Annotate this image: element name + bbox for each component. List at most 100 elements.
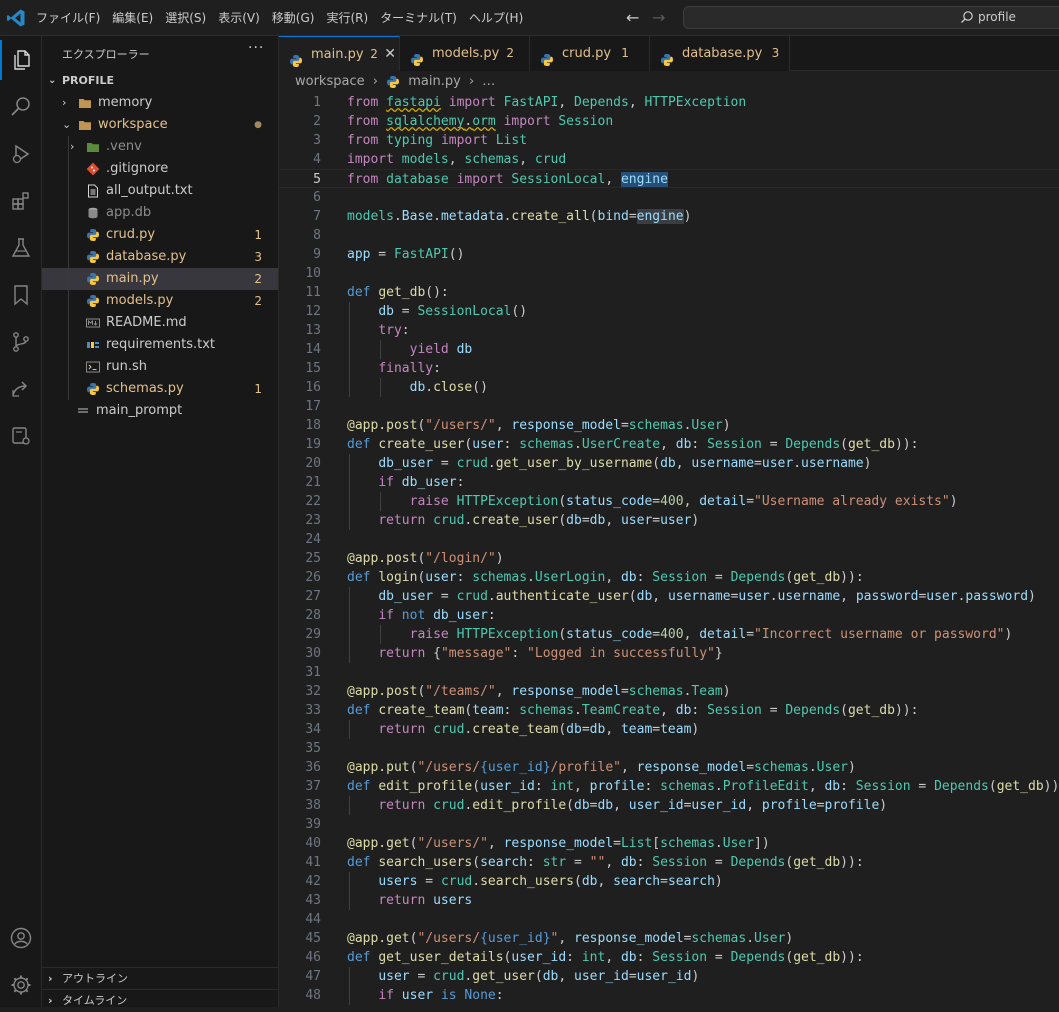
code-token: , <box>660 437 676 452</box>
code-text: raise HTTPException(status_code=400, det… <box>347 492 958 511</box>
breadcrumb-symbols[interactable]: … <box>482 71 495 93</box>
code-token: )) <box>840 950 856 965</box>
menu-item[interactable]: 選択(S) <box>159 0 212 36</box>
menu-item[interactable]: 実行(R) <box>320 0 374 36</box>
code-text: from database import SessionLocal, engin… <box>347 170 668 189</box>
menu-item[interactable]: 編集(E) <box>106 0 159 36</box>
files-icon <box>14 50 30 70</box>
tree-item-requirements-txt[interactable]: requirements.txt <box>42 334 278 356</box>
git-icon <box>86 162 100 176</box>
bookmarks-activity[interactable] <box>0 275 42 315</box>
tree-item-main-py[interactable]: main.py 2 <box>42 268 278 290</box>
timeline-section-header[interactable]: › タイムライン <box>42 989 279 1012</box>
code-token: () <box>472 380 488 395</box>
tab-database-py[interactable]: database.py 3 <box>650 36 790 71</box>
tab-main-py[interactable]: main.py 2 ✕ <box>279 36 400 71</box>
code-token: . <box>393 209 402 224</box>
code-line: 24 <box>279 530 1059 549</box>
code-token: response_model <box>574 931 684 946</box>
line-number: 22 <box>305 494 321 509</box>
testing-activity[interactable] <box>0 228 42 268</box>
tree-item-readme-md[interactable]: README.md <box>42 312 278 334</box>
forward-arrow-icon[interactable]: → <box>652 8 665 27</box>
code-token: , <box>746 798 762 813</box>
code-token: . <box>487 456 496 471</box>
code-token: () <box>511 304 528 319</box>
command-center-search[interactable]: profile <box>683 6 1059 29</box>
line-number: 16 <box>305 380 321 395</box>
tree-item-schemas-py[interactable]: schemas.py 1 <box>42 378 278 400</box>
tree-item-crud-py[interactable]: crud.py 1 <box>42 224 278 246</box>
accounts-activity[interactable] <box>0 918 42 958</box>
tree-item-models-py[interactable]: models.py 2 <box>42 290 278 312</box>
code-editor[interactable]: 1 from fastapi import FastAPI, Depends, H… <box>279 93 1059 1007</box>
run-debug-activity[interactable] <box>0 134 42 174</box>
code-text: if db_user: <box>347 473 464 492</box>
tree-item-memory[interactable]: › memory <box>42 92 278 114</box>
code-token: . <box>487 589 496 604</box>
code-token: "/users/ <box>417 760 481 775</box>
code-token: Session <box>707 437 762 452</box>
manage-activity[interactable] <box>0 965 42 1005</box>
tree-item-workspace[interactable]: ⌄ workspace ● <box>42 114 278 136</box>
explorer-activity[interactable] <box>0 40 42 80</box>
code-token: user_id <box>574 969 629 984</box>
code-token: db <box>566 722 582 737</box>
remote-activity[interactable] <box>0 369 42 409</box>
menu-item[interactable]: 移動(G) <box>266 0 321 36</box>
code-token: , <box>605 950 621 965</box>
code-token: "" <box>589 855 606 870</box>
menu-item[interactable]: ターミナル(T) <box>374 0 463 36</box>
back-arrow-icon[interactable]: ← <box>626 8 639 27</box>
code-text: @app.post("/users/", response_model=sche… <box>347 416 731 435</box>
code-token: from <box>347 95 379 110</box>
tree-item-run-sh[interactable]: run.sh <box>42 356 278 378</box>
code-token: def <box>347 285 371 300</box>
code-token: : <box>401 323 410 338</box>
code-token: User <box>722 836 755 851</box>
menu-item[interactable]: ファイル(F) <box>30 0 106 36</box>
source-control-activity[interactable] <box>0 322 42 362</box>
tree-item-main-prompt[interactable]: main_prompt <box>42 400 278 422</box>
code-token: : <box>691 703 708 718</box>
extensions-activity[interactable] <box>0 181 42 221</box>
code-token: import <box>440 133 488 148</box>
line-number: 25 <box>305 551 321 566</box>
code-line: 30 return {"message": "Logged in success… <box>279 644 1059 663</box>
code-token: db <box>636 589 653 604</box>
code-token: ( <box>840 437 848 452</box>
profile-section-header[interactable]: ⌄ PROFILE <box>42 70 279 92</box>
tree-item--gitignore[interactable]: .gitignore <box>42 158 278 180</box>
search-activity[interactable] <box>0 87 42 127</box>
code-token: , <box>660 703 676 718</box>
outline-section-header[interactable]: › アウトライン <box>42 967 279 990</box>
menu-item[interactable]: 表示(V) <box>212 0 266 36</box>
more-actions-icon[interactable]: ··· <box>248 40 264 56</box>
tab-models-py[interactable]: models.py 2 <box>400 36 530 71</box>
tab-crud-py[interactable]: crud.py 1 <box>530 36 650 71</box>
line-number: 10 <box>305 266 321 281</box>
folder-icon <box>78 96 92 110</box>
tree-item-app-db[interactable]: app.db <box>42 202 278 224</box>
containers-activity[interactable] <box>0 416 42 456</box>
close-icon[interactable]: ✕ <box>384 37 396 72</box>
code-text: finally: <box>347 359 441 378</box>
tree-item-all-output-txt[interactable]: all_output.txt <box>42 180 278 202</box>
code-token: , <box>519 152 535 167</box>
code-line: 39 <box>279 815 1059 834</box>
code-token: = <box>581 722 590 737</box>
line-number: 39 <box>305 817 321 832</box>
code-token: db_user <box>401 475 457 490</box>
tree-item-label: models.py <box>106 293 174 308</box>
tree-item--venv[interactable]: › .venv <box>42 136 278 158</box>
code-token: , <box>597 874 614 889</box>
tree-item-database-py[interactable]: database.py 3 <box>42 246 278 268</box>
breadcrumb-folder[interactable]: workspace <box>295 71 365 93</box>
menu-item[interactable]: ヘルプ(H) <box>463 0 529 36</box>
code-token: )) <box>840 570 856 585</box>
problem-badge: 1 <box>254 228 262 242</box>
python-file-icon <box>660 46 674 66</box>
code-token: edit_profile <box>472 798 567 813</box>
breadcrumb-file[interactable]: main.py <box>408 71 461 93</box>
